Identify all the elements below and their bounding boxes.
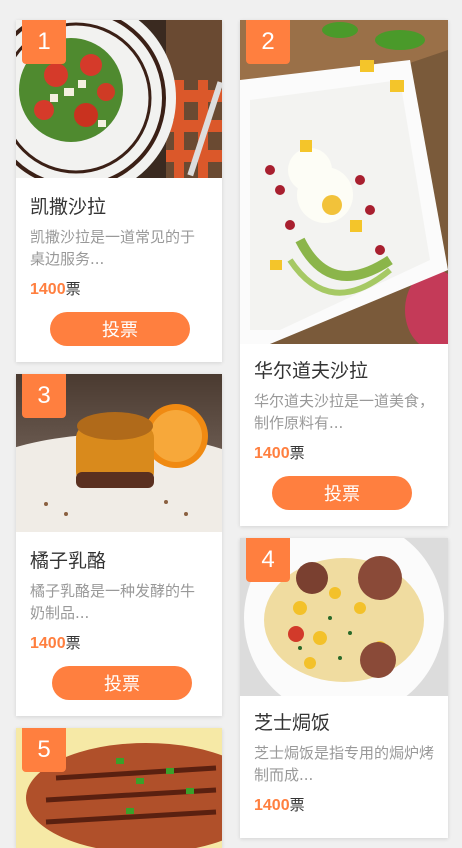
vote-button[interactable]: 投票 xyxy=(50,312,190,346)
vote-unit: 票 xyxy=(289,444,305,462)
food-card-5[interactable]: 5 xyxy=(16,728,222,848)
vote-count: 1400票 xyxy=(30,278,81,299)
dish-title: 凯撒沙拉 xyxy=(30,196,107,218)
vote-unit: 票 xyxy=(65,634,81,652)
dish-title: 芝士焗饭 xyxy=(254,712,331,734)
dish-description: 芝士焗饭是指专用的焗炉烤制而成... xyxy=(254,744,435,784)
food-card-1[interactable]: 1 凯撒沙拉 凯撒沙拉是一道常见的于桌边服务... 1400票 投票 xyxy=(16,20,222,362)
rank-badge: 1 xyxy=(22,20,66,64)
vote-number: 1400 xyxy=(254,797,290,814)
dish-title: 华尔道夫沙拉 xyxy=(254,360,369,382)
dish-description: 华尔道夫沙拉是一道美食，制作原料有... xyxy=(254,392,435,432)
dish-description: 凯撒沙拉是一道常见的于桌边服务... xyxy=(30,228,196,268)
vote-unit: 票 xyxy=(289,796,305,814)
rank-badge: 2 xyxy=(246,20,290,64)
food-card-2[interactable]: 2 华尔道夫沙拉 华尔道夫沙拉是一道美食，制作原料有... 1400票 投票 xyxy=(240,20,448,526)
vote-button[interactable]: 投票 xyxy=(272,476,412,510)
rank-badge: 3 xyxy=(22,374,66,418)
dish-description: 橘子乳酪是一种发酵的牛奶制品... xyxy=(30,582,196,622)
food-photo-waldorf-salad xyxy=(240,20,448,344)
rank-badge: 5 xyxy=(22,728,66,772)
vote-count: 1400票 xyxy=(30,632,81,653)
vote-number: 1400 xyxy=(30,281,66,298)
vote-button[interactable]: 投票 xyxy=(52,666,192,700)
vote-number: 1400 xyxy=(254,445,290,462)
vote-unit: 票 xyxy=(65,280,81,298)
food-card-3[interactable]: 3 橘子乳酪 橘子乳酪是一种发酵的牛奶制品... 1400票 投票 xyxy=(16,374,222,716)
vote-number: 1400 xyxy=(30,635,66,652)
dish-title: 橘子乳酪 xyxy=(30,550,107,572)
rank-badge: 4 xyxy=(246,538,290,582)
vote-count: 1400票 xyxy=(254,794,305,815)
vote-count: 1400票 xyxy=(254,442,305,463)
food-card-4[interactable]: 4 芝士焗饭 芝士焗饭是指专用的焗炉烤制而成... 1400票 xyxy=(240,538,448,838)
